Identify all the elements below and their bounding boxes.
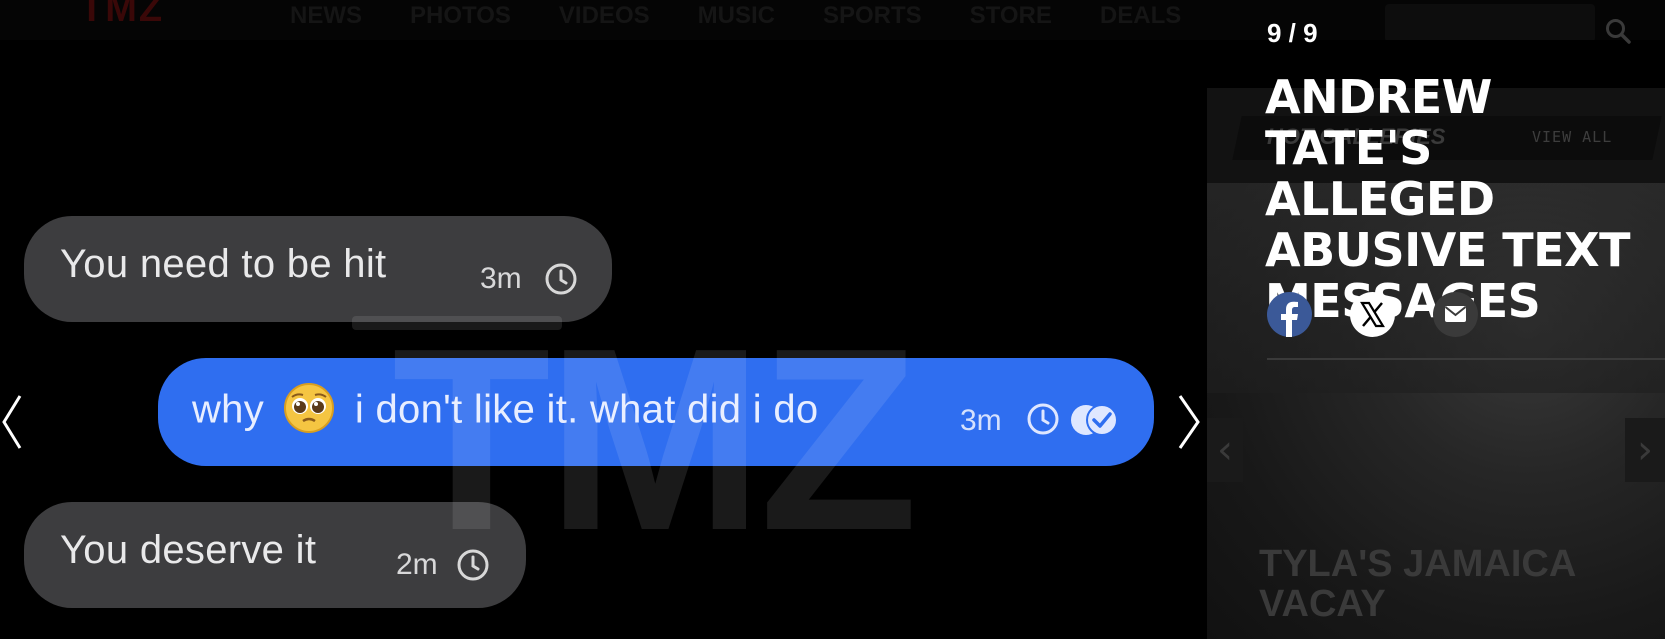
next-arrow-icon[interactable] bbox=[1174, 392, 1204, 452]
clock-icon bbox=[1027, 403, 1059, 435]
nav-item-photos: PHOTOS bbox=[410, 2, 511, 29]
clock-icon bbox=[545, 263, 577, 295]
x-share-button[interactable] bbox=[1350, 292, 1395, 337]
email-icon bbox=[1444, 306, 1467, 322]
x-icon bbox=[1360, 301, 1385, 328]
share-buttons bbox=[1267, 292, 1478, 337]
background-search-box bbox=[1385, 4, 1595, 40]
divider bbox=[1267, 358, 1665, 360]
facebook-share-button[interactable] bbox=[1267, 292, 1312, 337]
gallery-image: You need to be hit 3m why i don't like i… bbox=[0, 140, 1185, 639]
background-nav-links: NEWS PHOTOS VIDEOS MUSIC SPORTS STORE DE… bbox=[290, 2, 1181, 30]
nav-item-music: MUSIC bbox=[697, 2, 775, 29]
tmz-watermark: TMZ bbox=[392, 295, 918, 585]
facebook-icon bbox=[1281, 301, 1298, 337]
nav-item-deals: DEALS bbox=[1099, 2, 1182, 29]
message-time: 3m bbox=[480, 262, 522, 295]
nav-item-sports: SPORTS bbox=[822, 2, 922, 29]
nav-item-news: NEWS bbox=[290, 2, 362, 29]
message-text: You need to be hit bbox=[60, 242, 387, 286]
slide-counter: 9 / 9 bbox=[1267, 18, 1318, 48]
nav-item-store: STORE bbox=[969, 2, 1052, 29]
read-receipt-icon bbox=[1071, 404, 1118, 436]
rail-next-arrow-icon: › bbox=[1625, 418, 1665, 482]
message-text-before: why bbox=[192, 387, 265, 432]
message-text: You deserve it bbox=[60, 528, 317, 572]
email-share-button[interactable] bbox=[1433, 292, 1478, 337]
gallery-title: ANDREW TATE'S ALLEGED ABUSIVE TEXT MESSA… bbox=[1265, 70, 1630, 328]
rail-caption: TYLA'S JAMAICA VACAY bbox=[1259, 543, 1575, 625]
background-nav-bar: TMZ NEWS PHOTOS VIDEOS MUSIC SPORTS STOR… bbox=[0, 0, 1665, 40]
nav-item-videos: VIDEOS bbox=[558, 2, 650, 29]
rail-prev-arrow-icon: ‹ bbox=[1207, 418, 1243, 482]
pleading-face-emoji-icon bbox=[284, 383, 335, 433]
previous-arrow-icon[interactable] bbox=[0, 392, 26, 452]
search-icon[interactable] bbox=[1605, 18, 1631, 44]
site-logo: TMZ bbox=[80, 0, 165, 30]
message-time: 3m bbox=[960, 404, 1002, 437]
